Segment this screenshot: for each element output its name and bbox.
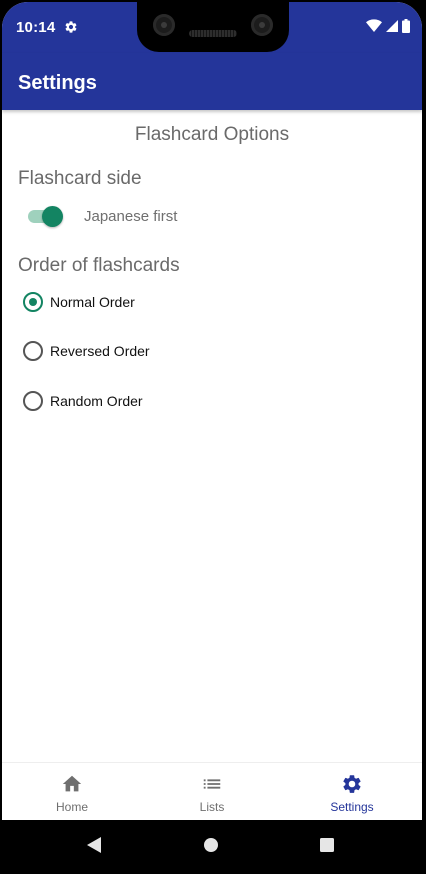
nav-item-lists[interactable]: Lists [142,763,282,820]
nav-item-home[interactable]: Home [2,763,142,820]
app-screen: 10:14 Settings Flashcard Options Flashca… [2,2,422,820]
flashcard-options-heading: Flashcard Options [134,124,290,145]
flashcard-side-title: Flashcard side [18,168,142,189]
system-navigation-bar [0,820,426,874]
status-icons [366,19,410,33]
app-bar: Settings [2,53,422,110]
page-title: Settings [18,72,97,94]
nav-label-lists: Lists [199,800,225,814]
radio-label: Reversed Order [50,343,150,359]
status-time: 10:14 [16,19,56,36]
radio-label: Random Order [50,393,143,409]
battery-icon [402,19,410,33]
status-bar: 10:14 [2,2,422,53]
list-icon [203,779,221,789]
radio-button[interactable] [23,391,43,411]
back-icon[interactable] [86,836,102,854]
recents-icon[interactable] [319,836,335,854]
japanese-first-toggle-row[interactable]: Japanese first [28,206,178,227]
speaker-grille [189,30,237,37]
home-circle-icon[interactable] [203,836,219,854]
camera-notch [137,2,289,52]
radio-button-checked[interactable] [23,292,43,312]
switch-thumb[interactable] [42,206,63,227]
device-frame: 10:14 Settings Flashcard Options Flashca… [0,0,426,874]
gear-icon [65,21,77,33]
japanese-first-label: Japanese first [84,207,178,225]
signal-icon [386,20,398,32]
order-of-flashcards-title: Order of flashcards [18,255,180,276]
radio-reversed-order[interactable]: Reversed Order [23,341,150,361]
bottom-navigation: Home Lists Settings [2,762,422,820]
radio-label: Normal Order [50,294,135,310]
radio-button[interactable] [23,341,43,361]
nav-label-settings: Settings [330,800,374,814]
radio-normal-order[interactable]: Normal Order [23,292,135,312]
home-icon [62,775,82,792]
japanese-first-switch[interactable] [28,206,64,227]
camera-icon [251,14,273,36]
radio-random-order[interactable]: Random Order [23,391,143,411]
nav-label-home: Home [55,800,88,814]
gear-icon [343,775,361,793]
nav-item-settings[interactable]: Settings [282,763,422,820]
wifi-icon [366,19,382,32]
camera-icon [153,14,175,36]
